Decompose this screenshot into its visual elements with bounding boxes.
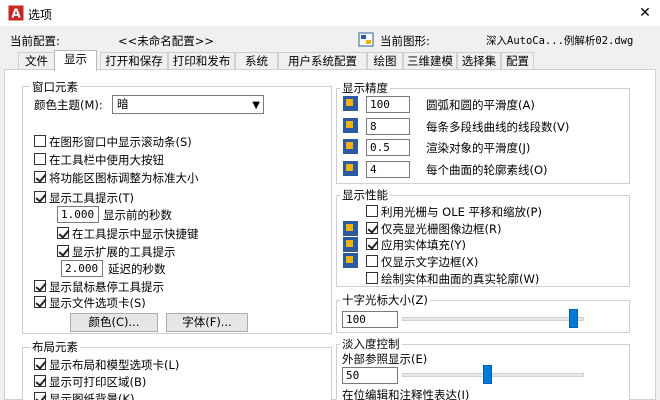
tooltip-delay-input[interactable]: 1.000	[57, 206, 99, 223]
current-drawing-value: 深入AutoCa...例解析02.dwg	[486, 35, 634, 47]
text-frame-checkbox[interactable]	[366, 255, 378, 267]
extended-tooltips-checkbox[interactable]	[57, 245, 69, 257]
printable-area-checkbox[interactable]	[34, 375, 46, 387]
resize-icons-checkbox[interactable]	[34, 171, 46, 183]
solid-fill-icon	[343, 237, 358, 252]
tab-system[interactable]: 系统	[235, 52, 278, 70]
color-theme-select[interactable]: 暗 ▼	[112, 95, 264, 114]
crosshair-slider-track[interactable]	[402, 317, 584, 321]
tab-display[interactable]: 显示	[54, 50, 97, 71]
tab-drafting[interactable]: 绘图	[367, 52, 403, 70]
raster-frame-icon	[343, 221, 358, 236]
inplace-edit-label: 在位编辑和注释性表达(I)	[342, 388, 470, 400]
solid-fill-checkbox[interactable]	[366, 238, 378, 250]
svg-text:A: A	[11, 7, 21, 21]
silhouettes-checkbox[interactable]	[366, 272, 378, 284]
xref-slider-track[interactable]	[402, 373, 584, 377]
current-drawing-label: 当前图形:	[380, 34, 430, 48]
show-scrollbars-label: 在图形窗口中显示滚动条(S)	[49, 135, 192, 149]
tab-strip: 文件 显示 打开和保存 打印和发布 系统 用户系统配置 绘图 三维建模 选择集 …	[0, 50, 660, 71]
crosshair-size-input[interactable]: 100	[342, 311, 398, 328]
render-smoothness-input[interactable]: 0.5	[366, 139, 410, 156]
tab-selection[interactable]: 选择集	[457, 52, 501, 70]
render-smoothness-label: 渲染对象的平滑度(J)	[426, 141, 531, 155]
polyline-segments-input[interactable]: 8	[366, 118, 410, 135]
raster-frame-label: 仅亮显光栅图像边框(R)	[381, 222, 502, 236]
text-frame-icon	[343, 253, 358, 268]
contour-lines-input[interactable]: 4	[366, 161, 410, 178]
tab-profiles[interactable]: 配置	[501, 52, 534, 70]
raster-ole-label: 利用光栅与 OLE 平移和缩放(P)	[381, 205, 542, 219]
tooltip-delay-label: 显示前的秒数	[103, 208, 172, 222]
tab-3d-modeling[interactable]: 三维建模	[403, 52, 457, 70]
paper-background-checkbox[interactable]	[34, 392, 46, 400]
xref-display-input[interactable]: 50	[342, 367, 398, 384]
show-scrollbars-checkbox[interactable]	[34, 135, 46, 147]
shortcut-tooltips-label: 在工具提示中显示快捷键	[72, 227, 199, 241]
display-resolution-title: 显示精度	[340, 80, 390, 96]
extended-delay-label: 延迟的秒数	[108, 262, 166, 276]
rollover-tooltips-label: 显示鼠标悬停工具提示	[49, 280, 164, 294]
window-elements-title: 窗口元素	[30, 79, 80, 95]
polyline-segments-label: 每条多段线曲线的线段数(V)	[426, 120, 570, 134]
title-bar	[0, 0, 660, 26]
silhouettes-label: 绘制实体和曲面的真实轮廓(W)	[381, 272, 540, 286]
show-tooltips-label: 显示工具提示(T)	[49, 191, 134, 205]
color-theme-label: 颜色主题(M):	[34, 98, 103, 112]
layout-model-tabs-label: 显示布局和模型选项卡(L)	[49, 358, 180, 372]
large-buttons-checkbox[interactable]	[34, 153, 46, 165]
shortcut-tooltips-checkbox[interactable]	[57, 227, 69, 239]
rollover-tooltips-checkbox[interactable]	[34, 280, 46, 292]
solid-fill-label: 应用实体填充(Y)	[381, 238, 466, 252]
printable-area-label: 显示可打印区域(B)	[49, 375, 147, 389]
layout-model-tabs-checkbox[interactable]	[34, 358, 46, 370]
crosshair-slider-thumb[interactable]	[569, 309, 578, 328]
tab-user-preferences[interactable]: 用户系统配置	[278, 52, 367, 70]
chevron-down-icon: ▼	[252, 100, 260, 111]
extended-tooltips-label: 显示扩展的工具提示	[72, 245, 176, 259]
contour-lines-label: 每个曲面的轮廓素线(O)	[426, 163, 548, 177]
polyline-segments-icon	[343, 118, 358, 133]
file-tabs-label: 显示文件选项卡(S)	[49, 296, 146, 310]
file-tabs-checkbox[interactable]	[34, 296, 46, 308]
window-title: 选项	[28, 8, 53, 22]
drawing-icon	[358, 32, 374, 47]
resize-icons-label: 将功能区图标调整为标准大小	[49, 171, 199, 185]
raster-ole-checkbox[interactable]	[366, 205, 378, 217]
tab-plot-publish[interactable]: 打印和发布	[168, 52, 235, 70]
paper-background-label: 显示图纸背景(K)	[49, 392, 135, 400]
crosshair-size-title: 十字光标大小(Z)	[340, 292, 430, 308]
show-tooltips-checkbox[interactable]	[34, 191, 46, 203]
contour-lines-icon	[343, 161, 358, 176]
fonts-button[interactable]: 字体(F)...	[166, 313, 248, 332]
render-smoothness-icon	[343, 139, 358, 154]
xref-display-label: 外部参照显示(E)	[342, 352, 428, 366]
app-icon: A	[8, 5, 24, 21]
display-performance-title: 显示性能	[340, 187, 390, 203]
raster-frame-checkbox[interactable]	[366, 222, 378, 234]
close-button[interactable]: ✕	[634, 3, 656, 23]
arc-smoothness-icon	[343, 96, 358, 111]
fade-control-title: 淡入度控制	[340, 336, 402, 352]
current-profile-value: <<未命名配置>>	[118, 34, 215, 48]
arc-smoothness-input[interactable]: 100	[366, 96, 410, 113]
arc-smoothness-label: 圆弧和圆的平滑度(A)	[426, 98, 535, 112]
color-theme-value: 暗	[117, 97, 129, 111]
xref-slider-thumb[interactable]	[482, 365, 492, 384]
text-frame-label: 仅显示文字边框(X)	[381, 255, 479, 269]
large-buttons-label: 在工具栏中使用大按钮	[49, 153, 164, 167]
current-profile-label: 当前配置:	[10, 34, 60, 48]
colors-button[interactable]: 颜色(C)...	[70, 313, 158, 332]
tab-open-save[interactable]: 打开和保存	[100, 52, 168, 70]
extended-delay-input[interactable]: 2.000	[61, 260, 103, 277]
layout-elements-title: 布局元素	[30, 339, 80, 355]
tab-files[interactable]: 文件	[18, 52, 55, 70]
